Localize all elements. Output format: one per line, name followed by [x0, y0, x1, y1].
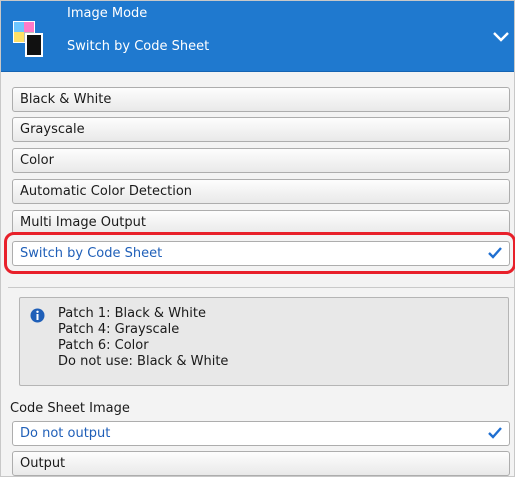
image-mode-icon — [13, 21, 43, 57]
selection-highlight — [4, 232, 515, 274]
option-label: Output — [20, 456, 66, 471]
option-label: Multi Image Output — [20, 215, 146, 230]
option-label: Do not output — [20, 426, 111, 441]
option-label: Color — [20, 153, 54, 168]
info-line: Do not use: Black & White — [58, 354, 229, 369]
option-label: Grayscale — [20, 122, 85, 137]
info-line: Patch 6: Color — [58, 338, 149, 353]
info-icon — [30, 308, 45, 323]
option-do-not-output[interactable]: Do not output — [12, 421, 510, 446]
option-automatic-color-detection[interactable]: Automatic Color Detection — [12, 179, 510, 204]
option-label: Black & White — [20, 92, 112, 107]
info-line: Patch 1: Black & White — [58, 306, 206, 321]
code-sheet-image-label: Code Sheet Image — [10, 401, 130, 416]
option-label: Automatic Color Detection — [20, 184, 193, 199]
option-black-white[interactable]: Black & White — [12, 87, 510, 112]
info-box: Patch 1: Black & White Patch 4: Grayscal… — [19, 297, 509, 386]
divider — [8, 287, 514, 288]
option-grayscale[interactable]: Grayscale — [12, 117, 510, 142]
info-lines: Patch 1: Black & White Patch 4: Grayscal… — [58, 306, 228, 370]
chevron-down-icon[interactable] — [491, 29, 511, 45]
header-title: Image Mode — [67, 6, 148, 21]
option-color[interactable]: Color — [12, 148, 510, 173]
checkmark-icon — [488, 427, 502, 439]
image-mode-header[interactable]: Image Mode Switch by Code Sheet — [1, 1, 514, 72]
header-subtitle: Switch by Code Sheet — [67, 39, 210, 54]
image-mode-panel: Image Mode Switch by Code Sheet Black & … — [0, 0, 515, 477]
option-output[interactable]: Output — [12, 451, 510, 476]
info-line: Patch 4: Grayscale — [58, 322, 180, 337]
